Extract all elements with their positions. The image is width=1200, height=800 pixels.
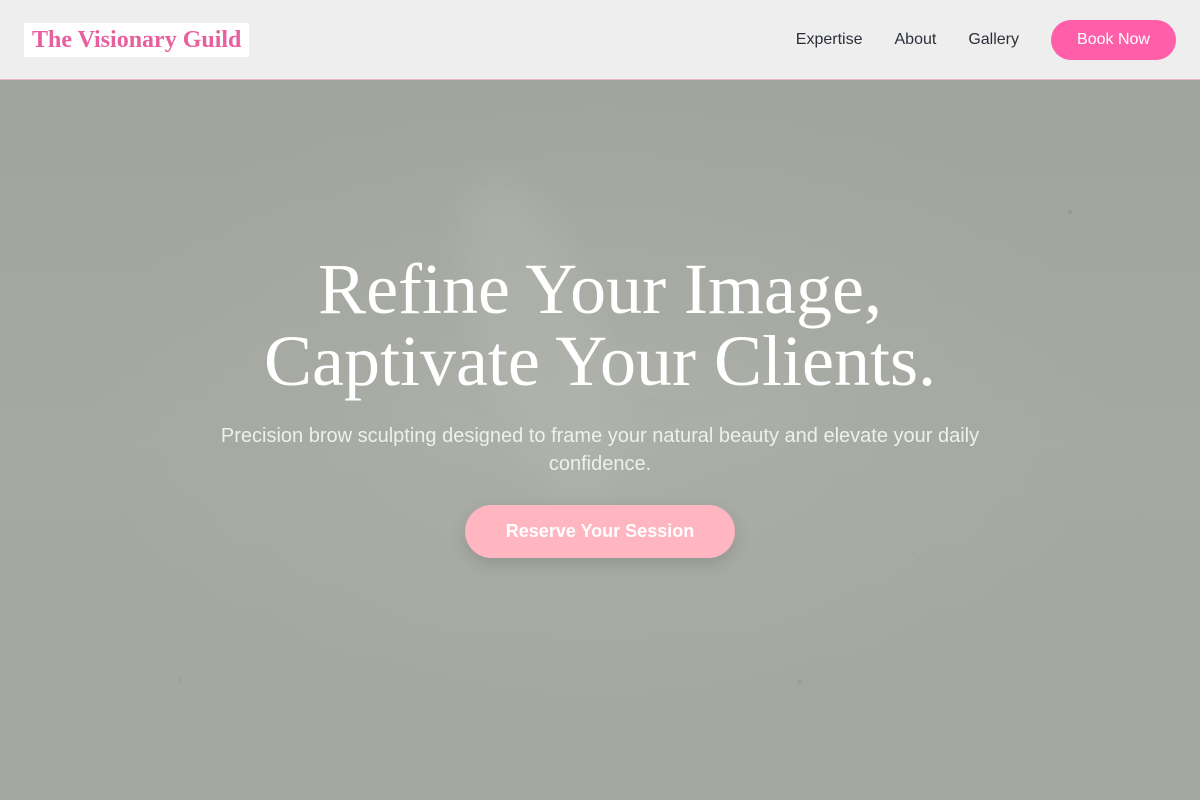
hero-subtitle: Precision brow sculpting designed to fra… [220,425,980,475]
hero-title-line-1: Refine Your Image, [318,249,882,329]
page: The Visionary Guild Expertise About Gall… [0,0,1200,800]
site-logo[interactable]: The Visionary Guild [24,23,250,57]
book-now-button[interactable]: Book Now [1051,20,1176,60]
nav-link-about[interactable]: About [895,31,937,49]
hero-title-line-2: Captivate Your Clients. [263,321,936,401]
hero-section: Refine Your Image, Captivate Your Client… [0,80,1200,800]
nav-link-expertise[interactable]: Expertise [796,31,863,49]
reserve-session-button[interactable]: Reserve Your Session [465,505,735,558]
site-header: The Visionary Guild Expertise About Gall… [0,0,1200,80]
hero-title: Refine Your Image, Captivate Your Client… [0,253,1200,397]
main-nav: Expertise About Gallery Book Now [796,20,1176,60]
nav-link-gallery[interactable]: Gallery [968,31,1019,49]
